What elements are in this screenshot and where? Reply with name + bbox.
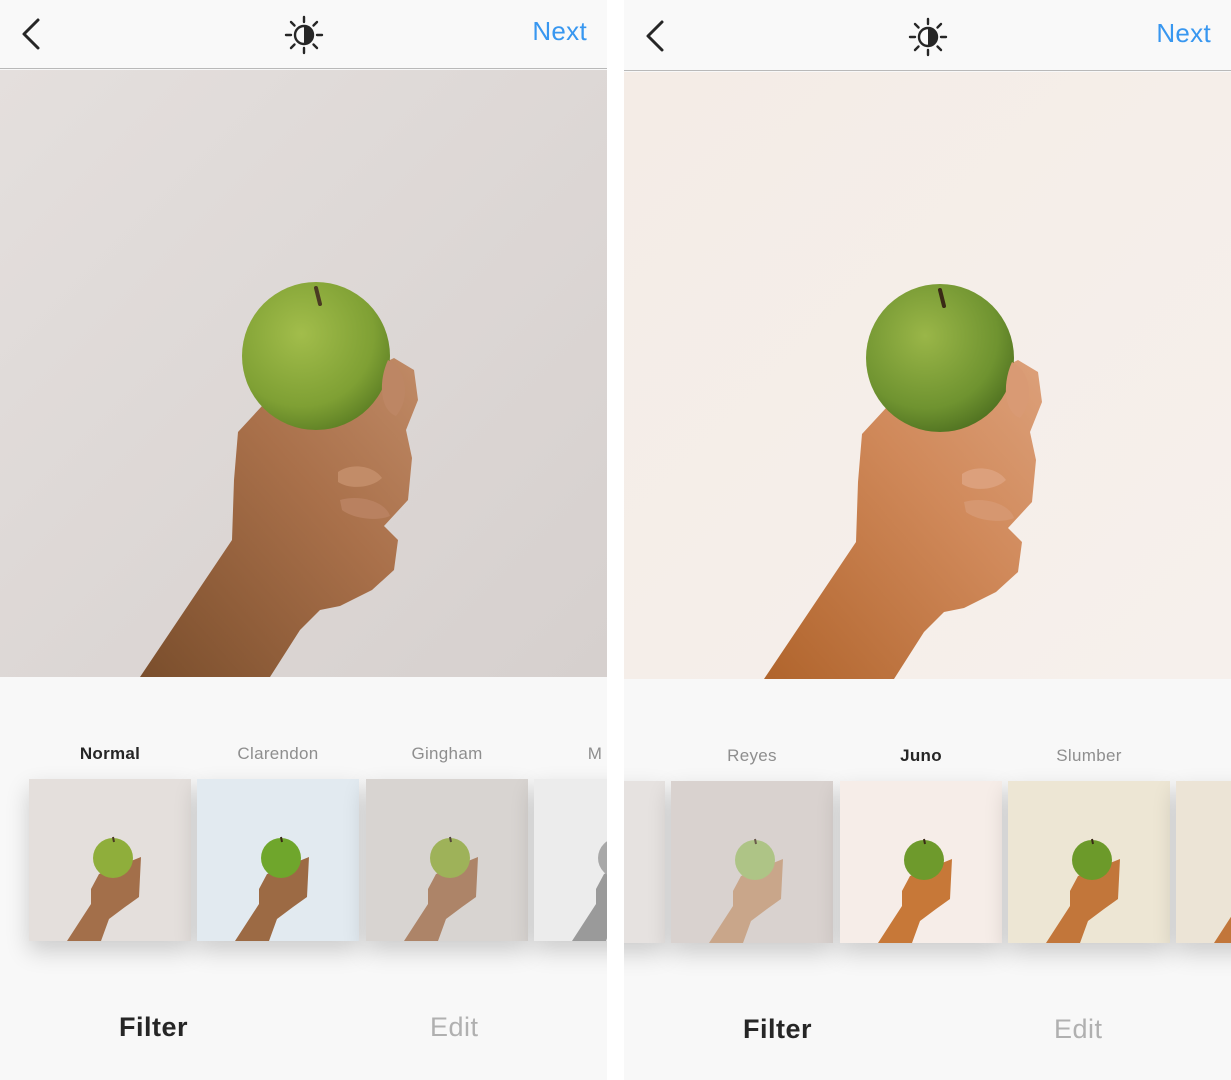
filter-thumbnail[interactable]: [534, 779, 607, 941]
back-button[interactable]: [640, 16, 674, 56]
next-button[interactable]: Next: [532, 16, 587, 47]
lux-sun-icon: [908, 17, 947, 57]
bottom-tab-bar: Filter Edit: [624, 992, 1231, 1080]
filter-thumbnail[interactable]: [840, 781, 1002, 943]
tab-edit[interactable]: Edit: [1054, 1014, 1103, 1045]
tab-filter[interactable]: Filter: [743, 1014, 812, 1045]
screen-divider: [607, 0, 624, 1080]
top-bar: Next: [0, 0, 607, 69]
filter-thumbnail[interactable]: [671, 781, 833, 943]
chevron-left-icon: [22, 18, 40, 50]
filter-normal[interactable]: Normal: [29, 677, 191, 977]
filter-juno[interactable]: Juno: [840, 679, 1002, 979]
filter-strip: Reyes Juno Slumber: [624, 679, 1231, 999]
photo-preview: [624, 72, 1231, 679]
filter-screen-normal: Next Normal Clarendon Gingham M Filter E…: [0, 0, 607, 1080]
filter-partial-right[interactable]: [1176, 679, 1231, 979]
filter-strip: Normal Clarendon Gingham M: [0, 677, 607, 997]
next-button[interactable]: Next: [1156, 18, 1211, 49]
filter-thumbnail[interactable]: [366, 779, 528, 941]
lux-sun-icon: [284, 15, 323, 55]
top-bar: Next: [624, 0, 1231, 71]
filter-gingham[interactable]: Gingham: [366, 677, 528, 977]
filter-slumber[interactable]: Slumber: [1008, 679, 1170, 979]
lux-button[interactable]: [907, 16, 949, 58]
filter-thumbnail[interactable]: [1008, 781, 1170, 943]
filter-clarendon[interactable]: Clarendon: [197, 677, 359, 977]
filter-reyes[interactable]: Reyes: [671, 679, 833, 979]
filter-thumbnail[interactable]: [29, 779, 191, 941]
bottom-tab-bar: Filter Edit: [0, 992, 607, 1080]
filter-thumbnail[interactable]: [1176, 781, 1231, 943]
filter-thumbnail[interactable]: [624, 781, 665, 943]
chevron-left-icon: [646, 20, 664, 52]
filter-partial-bw[interactable]: M: [534, 677, 607, 977]
filter-thumbnail[interactable]: [197, 779, 359, 941]
tab-edit[interactable]: Edit: [430, 1012, 479, 1043]
filter-screen-juno: Next Reyes Juno Slumber Filter Edit: [624, 0, 1231, 1080]
lux-button[interactable]: [283, 14, 325, 56]
filter-label: Slumber: [1056, 746, 1122, 765]
tab-filter[interactable]: Filter: [119, 1012, 188, 1043]
photo-preview: [0, 70, 607, 677]
filter-partial-left[interactable]: [624, 679, 665, 979]
back-button[interactable]: [16, 14, 50, 54]
filter-label: M: [587, 744, 603, 763]
